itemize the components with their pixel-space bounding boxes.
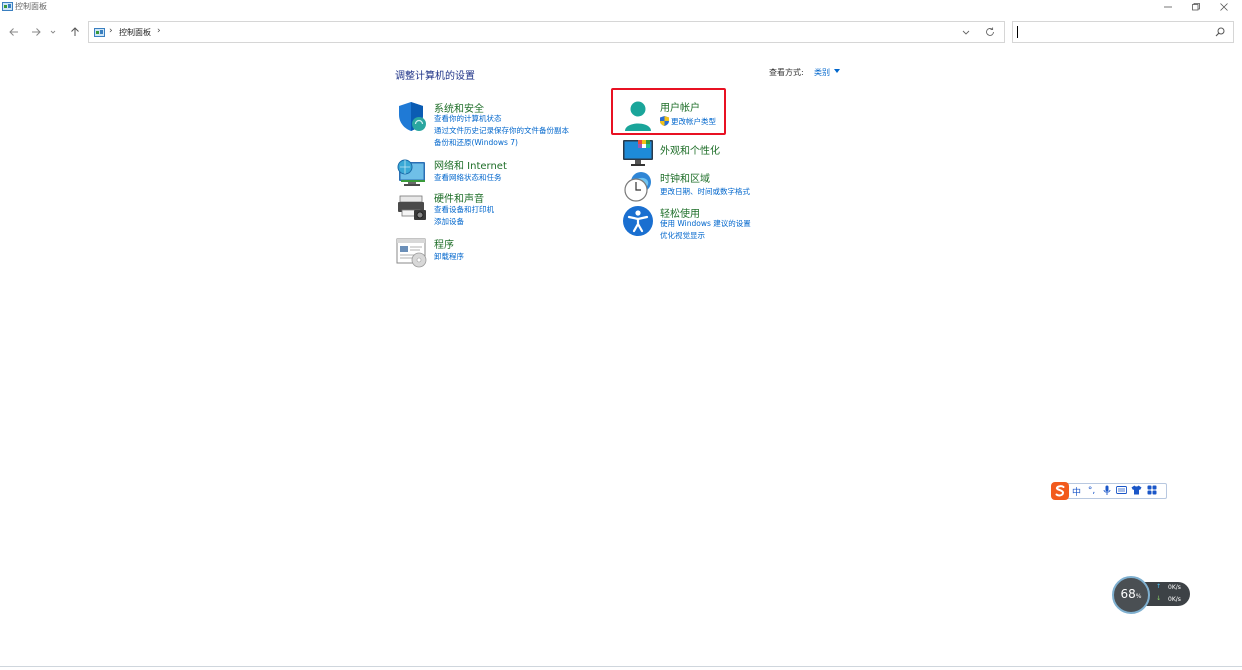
printer-icon[interactable] xyxy=(396,190,430,224)
ime-mode-toggle[interactable]: 中 xyxy=(1069,485,1084,498)
breadcrumb-separator[interactable]: › xyxy=(109,26,113,36)
upload-arrow-icon: ↑ xyxy=(1156,583,1162,590)
minimize-icon xyxy=(1164,6,1172,8)
arrow-up-icon xyxy=(71,27,79,36)
restore-icon xyxy=(1192,3,1200,11)
category-user-accounts: 用户帐户 更改帐户类型 xyxy=(622,99,722,133)
recent-locations-button[interactable] xyxy=(47,23,59,41)
view-by-dropdown[interactable]: 类别 xyxy=(814,67,830,78)
title-bar: 控制面板 xyxy=(0,0,1242,16)
window-bottom-border xyxy=(0,666,1242,667)
arrow-left-icon xyxy=(9,28,18,36)
link-add-device[interactable]: 添加设备 xyxy=(434,216,464,227)
link-file-history[interactable]: 通过文件历史记录保存你的文件备份副本 xyxy=(434,125,569,136)
link-check-status[interactable]: 查看你的计算机状态 xyxy=(434,113,502,124)
keyboard-icon[interactable] xyxy=(1114,485,1129,497)
link-recommended-settings[interactable]: 使用 Windows 建议的设置 xyxy=(660,218,751,229)
accessibility-icon[interactable] xyxy=(622,205,656,239)
monitor-palette-icon[interactable] xyxy=(622,138,656,172)
search-input[interactable] xyxy=(1021,24,1211,40)
control-panel-icon xyxy=(2,2,13,11)
breadcrumb-separator[interactable]: › xyxy=(157,26,161,36)
up-button[interactable] xyxy=(66,23,84,41)
category-title[interactable]: 时钟和区域 xyxy=(660,170,710,185)
uac-shield-icon xyxy=(660,116,669,126)
category-title[interactable]: 外观和个性化 xyxy=(660,142,720,157)
forward-button[interactable] xyxy=(27,23,45,41)
close-icon xyxy=(1220,3,1228,11)
category-title[interactable]: 网络和 Internet xyxy=(434,157,507,172)
refresh-icon[interactable] xyxy=(984,26,996,38)
download-speed: 0K/s xyxy=(1168,596,1181,603)
category-appearance: 外观和个性化 xyxy=(622,138,772,166)
skin-shirt-icon[interactable] xyxy=(1129,485,1144,498)
link-change-account-type[interactable]: 更改帐户类型 xyxy=(671,116,716,127)
network-speed-widget[interactable]: 68% ↑ 0K/s ↓ 0K/s xyxy=(1112,576,1190,614)
caret-down-icon[interactable] xyxy=(834,69,840,74)
category-title[interactable]: 用户帐户 xyxy=(660,99,700,114)
chevron-down-icon[interactable] xyxy=(960,26,972,38)
sogou-logo-icon[interactable] xyxy=(1051,482,1069,500)
programs-icon[interactable] xyxy=(396,236,430,270)
shield-icon[interactable] xyxy=(396,100,430,134)
search-box[interactable] xyxy=(1012,21,1234,43)
link-uninstall-program[interactable]: 卸载程序 xyxy=(434,251,464,262)
view-by-label: 查看方式: xyxy=(769,68,804,77)
ime-punctuation-toggle[interactable]: °, xyxy=(1084,486,1099,496)
arrow-right-icon xyxy=(32,28,41,36)
link-devices-printers[interactable]: 查看设备和打印机 xyxy=(434,204,494,215)
category-network: 网络和 Internet 查看网络状态和任务 xyxy=(396,157,596,187)
memory-percent: 68% xyxy=(1120,587,1142,601)
category-hardware-sound: 硬件和声音 查看设备和打印机 添加设备 xyxy=(396,190,596,230)
microphone-icon[interactable] xyxy=(1099,485,1114,498)
back-button[interactable] xyxy=(5,23,23,41)
link-change-date-time[interactable]: 更改日期、时间或数字格式 xyxy=(660,186,750,197)
category-programs: 程序 卸载程序 xyxy=(396,236,596,268)
address-bar[interactable]: › 控制面板 › xyxy=(88,21,1005,43)
minimize-button[interactable] xyxy=(1154,0,1182,14)
control-panel-icon xyxy=(94,28,105,37)
download-arrow-icon: ↓ xyxy=(1156,595,1162,602)
category-title[interactable]: 硬件和声音 xyxy=(434,190,484,205)
clock-globe-icon[interactable] xyxy=(622,170,656,204)
breadcrumb-control-panel[interactable]: 控制面板 xyxy=(119,27,151,38)
close-button[interactable] xyxy=(1210,0,1238,14)
ime-toolbar[interactable]: 中 °, xyxy=(1051,482,1167,500)
category-title[interactable]: 程序 xyxy=(434,236,454,251)
search-icon[interactable] xyxy=(1215,27,1225,37)
user-icon[interactable] xyxy=(622,99,656,133)
category-ease-of-access: 轻松使用 使用 Windows 建议的设置 优化视觉显示 xyxy=(622,205,772,241)
link-optimize-visual[interactable]: 优化视觉显示 xyxy=(660,230,705,241)
chevron-down-icon xyxy=(50,30,56,34)
toolbox-grid-icon[interactable] xyxy=(1144,485,1159,498)
page-title: 调整计算机的设置 xyxy=(395,71,475,82)
restore-button[interactable] xyxy=(1182,0,1210,14)
link-backup-restore[interactable]: 备份和还原(Windows 7) xyxy=(434,137,518,148)
link-network-status[interactable]: 查看网络状态和任务 xyxy=(434,172,502,183)
upload-speed: 0K/s xyxy=(1168,584,1181,591)
text-caret xyxy=(1017,26,1018,38)
window-title: 控制面板 xyxy=(15,2,47,11)
category-system-security: 系统和安全 查看你的计算机状态 通过文件历史记录保存你的文件备份副本 备份和还原… xyxy=(396,100,596,150)
category-clock-region: 时钟和区域 更改日期、时间或数字格式 xyxy=(622,170,772,204)
network-globe-icon[interactable] xyxy=(396,157,430,191)
